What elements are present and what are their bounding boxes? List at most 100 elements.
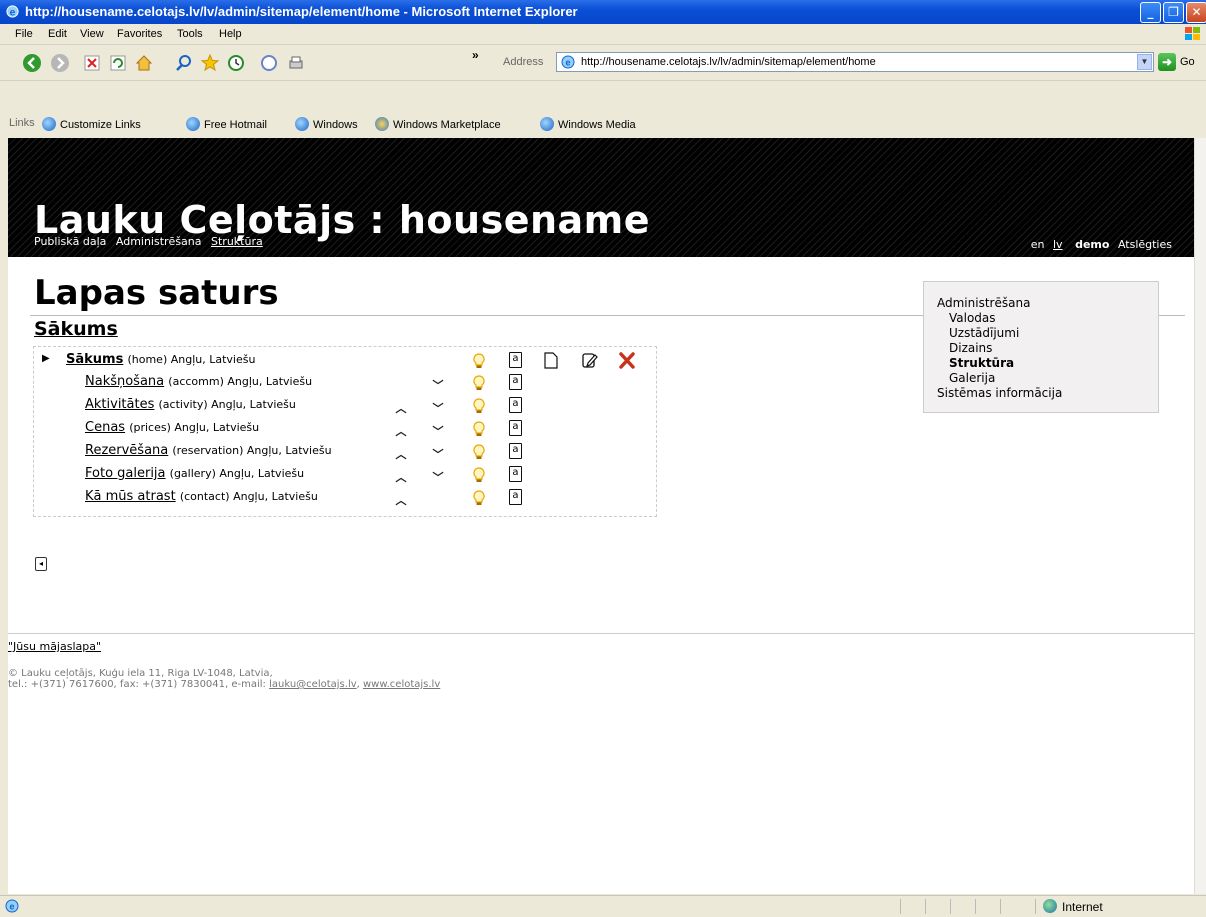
menu-tools[interactable]: Tools bbox=[177, 28, 203, 40]
crumb-structure[interactable]: Struktūra bbox=[211, 235, 263, 248]
new-page-icon[interactable] bbox=[544, 352, 558, 369]
move-down-icon[interactable]: ﹀ bbox=[431, 377, 445, 392]
ie-link-icon bbox=[295, 117, 309, 131]
move-up-icon[interactable]: ︿ bbox=[394, 400, 408, 415]
history-icon[interactable] bbox=[226, 53, 246, 73]
menu-edit[interactable]: Edit bbox=[48, 28, 67, 40]
refresh-icon[interactable] bbox=[108, 53, 128, 73]
sidebar-item-structure[interactable]: Struktūra bbox=[937, 356, 1158, 371]
forward-icon[interactable] bbox=[50, 53, 70, 73]
language-a-icon[interactable]: a bbox=[509, 397, 522, 413]
move-up-icon[interactable]: ︿ bbox=[394, 469, 408, 484]
tree-item-link[interactable]: Sākums bbox=[66, 352, 123, 367]
address-input[interactable]: e http://housename.celotajs.lv/lv/admin/… bbox=[556, 52, 1154, 72]
lightbulb-icon[interactable] bbox=[473, 353, 485, 369]
expand-icon[interactable]: ▶ bbox=[42, 353, 50, 364]
home-icon[interactable] bbox=[134, 53, 154, 73]
lightbulb-icon[interactable] bbox=[473, 375, 485, 391]
link-windows-marketplace[interactable]: Windows Marketplace bbox=[375, 117, 501, 131]
lang-lv-link[interactable]: lv bbox=[1053, 238, 1063, 251]
language-a-icon[interactable]: a bbox=[509, 466, 522, 482]
vertical-scrollbar[interactable] bbox=[1194, 138, 1206, 894]
email-link[interactable]: lauku@celotajs.lv bbox=[269, 679, 357, 690]
menu-bar: File Edit View Favorites Tools Help bbox=[0, 24, 1206, 45]
move-down-icon[interactable]: ﹀ bbox=[431, 446, 445, 461]
menu-file[interactable]: File bbox=[15, 28, 33, 40]
website-link[interactable]: www.celotajs.lv bbox=[363, 679, 440, 690]
print-icon[interactable] bbox=[286, 53, 306, 73]
tree-item-link[interactable]: Rezervēšana bbox=[85, 443, 168, 458]
sidebar-item-admin[interactable]: Administrēšana bbox=[937, 296, 1158, 311]
logout-link[interactable]: Atslēgties bbox=[1118, 238, 1172, 251]
link-customize[interactable]: Customize Links bbox=[42, 117, 141, 131]
search-icon[interactable] bbox=[174, 53, 194, 73]
crumb-admin[interactable]: Administrēšana bbox=[116, 235, 202, 248]
add-page-icon[interactable]: ◂ bbox=[35, 557, 47, 571]
link-free-hotmail[interactable]: Free Hotmail bbox=[186, 117, 267, 131]
tree-item-link[interactable]: Aktivitātes bbox=[85, 397, 154, 412]
back-icon[interactable] bbox=[22, 53, 42, 73]
minimize-button[interactable]: _ bbox=[1140, 2, 1161, 23]
sidebar-item-system-info[interactable]: Sistēmas informācija bbox=[937, 386, 1158, 401]
tree-item-meta: (activity) Angļu, Latviešu bbox=[158, 398, 296, 411]
crumb-public[interactable]: Publiskā daļa bbox=[34, 235, 106, 248]
move-up-icon[interactable]: ︿ bbox=[394, 423, 408, 438]
status-divider bbox=[950, 899, 951, 914]
close-button[interactable]: ✕ bbox=[1186, 2, 1206, 23]
lightbulb-icon[interactable] bbox=[473, 467, 485, 483]
username: demo bbox=[1075, 238, 1110, 251]
sidebar-item-settings[interactable]: Uzstādījumi bbox=[937, 326, 1158, 341]
menu-favorites[interactable]: Favorites bbox=[117, 28, 162, 40]
lightbulb-icon[interactable] bbox=[473, 398, 485, 414]
lightbulb-icon[interactable] bbox=[473, 444, 485, 460]
tree-item-link[interactable]: Nakšņošana bbox=[85, 374, 164, 389]
footer-phone: tel.: +(371) 7617600, fax: +(371) 783004… bbox=[8, 679, 270, 690]
delete-icon[interactable] bbox=[618, 352, 636, 369]
move-down-icon[interactable]: ﹀ bbox=[431, 423, 445, 438]
move-up-icon[interactable]: ︿ bbox=[394, 492, 408, 507]
marketplace-icon bbox=[375, 117, 389, 131]
link-windows[interactable]: Windows bbox=[295, 117, 358, 131]
lang-en-link[interactable]: en bbox=[1031, 238, 1045, 251]
tree-item-link[interactable]: Cenas bbox=[85, 420, 125, 435]
move-down-icon[interactable]: ﹀ bbox=[431, 469, 445, 484]
mail-icon[interactable] bbox=[260, 53, 280, 73]
links-bar: Links Customize Links Free Hotmail Windo… bbox=[0, 111, 1206, 135]
go-arrow-icon[interactable]: ➜ bbox=[1158, 53, 1176, 71]
favorites-icon[interactable] bbox=[200, 53, 220, 73]
svg-text:e: e bbox=[565, 58, 570, 68]
language-a-icon[interactable]: a bbox=[509, 374, 522, 390]
address-value: http://housename.celotajs.lv/lv/admin/si… bbox=[581, 56, 876, 68]
sidebar-item-gallery[interactable]: Galerija bbox=[937, 371, 1158, 386]
tree-item-link[interactable]: Foto galerija bbox=[85, 466, 166, 481]
lightbulb-icon[interactable] bbox=[473, 421, 485, 437]
language-a-icon[interactable]: a bbox=[509, 420, 522, 436]
ie-link-icon bbox=[42, 117, 56, 131]
footer-contact: © Lauku ceļotājs, Kuģu iela 11, Riga LV-… bbox=[8, 668, 440, 690]
menu-view[interactable]: View bbox=[80, 28, 104, 40]
language-a-icon[interactable]: a bbox=[509, 489, 522, 505]
move-up-icon[interactable]: ︿ bbox=[394, 446, 408, 461]
sidebar-item-design[interactable]: Dizains bbox=[937, 341, 1158, 356]
language-a-icon[interactable]: a bbox=[509, 443, 522, 459]
go-button[interactable]: Go bbox=[1180, 56, 1195, 68]
lightbulb-icon[interactable] bbox=[473, 490, 485, 506]
sidebar-item-languages[interactable]: Valodas bbox=[937, 311, 1158, 326]
page-subtitle[interactable]: Sākums bbox=[34, 318, 118, 340]
address-dropdown-icon[interactable]: ▼ bbox=[1137, 54, 1152, 70]
menu-help[interactable]: Help bbox=[219, 28, 242, 40]
language-a-icon[interactable]: a bbox=[509, 352, 522, 368]
window-title: http://housename.celotajs.lv/lv/admin/si… bbox=[25, 4, 578, 19]
status-divider bbox=[900, 899, 901, 914]
maximize-button[interactable]: ❐ bbox=[1163, 2, 1184, 23]
link-windows-media[interactable]: Windows Media bbox=[540, 117, 636, 131]
status-divider bbox=[925, 899, 926, 914]
your-homepage-link[interactable]: "Jūsu mājaslapa" bbox=[8, 640, 101, 653]
tree-item-meta: (home) Angļu, Latviešu bbox=[127, 353, 256, 366]
tree-item-link[interactable]: Kā mūs atrast bbox=[85, 489, 176, 504]
edit-icon[interactable] bbox=[582, 352, 598, 369]
move-down-icon[interactable]: ﹀ bbox=[431, 400, 445, 415]
toolbar-chevron[interactable]: » bbox=[472, 48, 479, 62]
stop-icon[interactable] bbox=[82, 53, 102, 73]
footer-address: © Lauku ceļotājs, Kuģu iela 11, Riga LV-… bbox=[8, 668, 273, 679]
